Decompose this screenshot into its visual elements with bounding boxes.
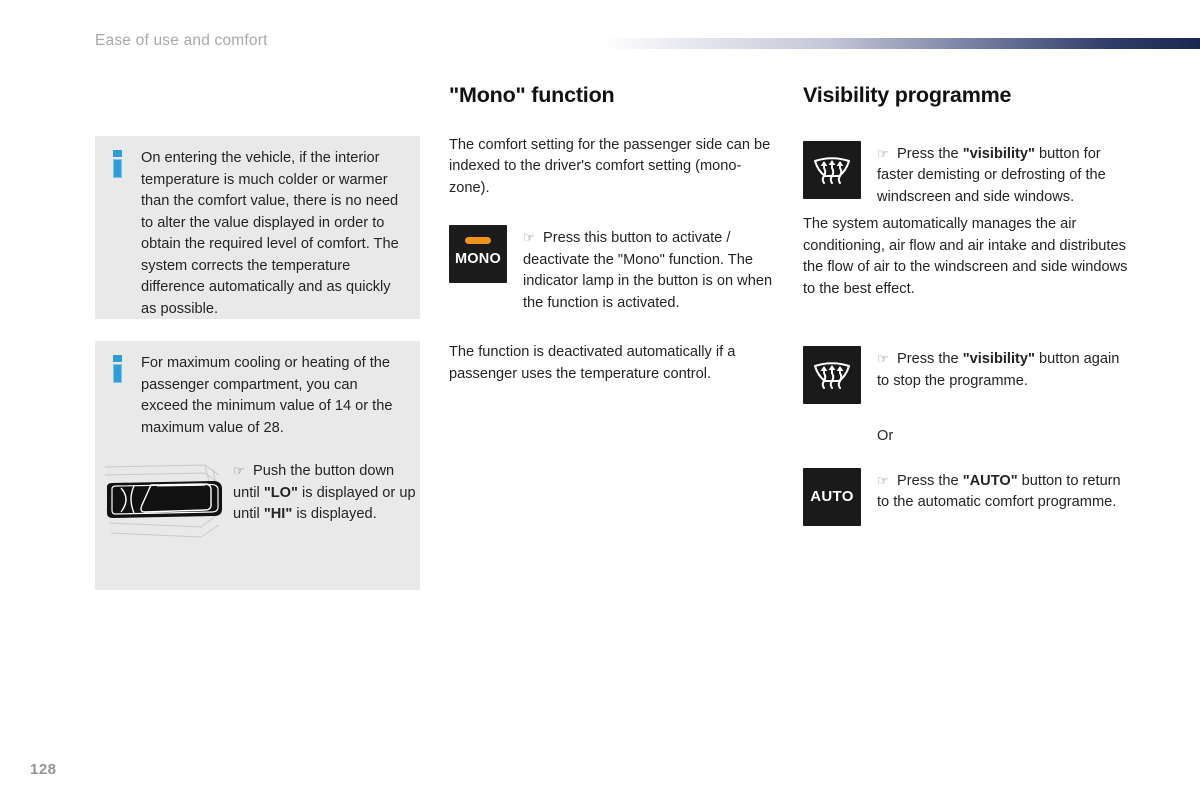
info-icon xyxy=(113,150,122,178)
page-number: 128 xyxy=(30,761,57,778)
visibility-caption-2: ☞ Press the "visibility" button again to … xyxy=(861,346,1133,392)
auto-button-label: AUTO xyxy=(810,487,854,505)
pointing-hand-icon: ☞ xyxy=(523,230,535,246)
middle-column: "Mono" function The comfort setting for … xyxy=(449,70,774,400)
left-column: On entering the vehicle, if the interior… xyxy=(95,70,420,590)
switch-caption-lo: "LO" xyxy=(263,484,298,501)
mono-instruction-text: Press this button to activate / deactiva… xyxy=(523,230,773,311)
windscreen-demist-icon[interactable] xyxy=(803,140,861,199)
auto-caption-bold: "AUTO" xyxy=(962,472,1018,489)
visibility-paragraph: The system automatically manages the air… xyxy=(803,216,1128,297)
visibility-caption-1-bold: "visibility" xyxy=(962,145,1035,162)
visibility-button-row-2: ☞ Press the "visibility" button again to … xyxy=(803,346,1133,405)
visibility-caption-2-part1: Press the xyxy=(897,351,963,368)
visibility-button-row-1: ☞ Press the "visibility" button for faste… xyxy=(803,140,1133,209)
auto-button-row: AUTO ☞ Press the "AUTO" button to return … xyxy=(803,467,1133,526)
visibility-caption-2-bold: "visibility" xyxy=(962,351,1035,368)
info-icon xyxy=(113,355,122,383)
info-box-min-max-text: For maximum cooling or heating of the pa… xyxy=(141,355,393,436)
info-box-temperature-text: On entering the vehicle, if the interior… xyxy=(141,150,399,317)
mono-button-row: MONO ☞ Press this button to activate / de… xyxy=(449,225,774,314)
rocker-switch-row: ☞ Push the button down until "LO" is disp… xyxy=(95,453,420,548)
windscreen-demist-icon[interactable] xyxy=(803,346,861,405)
mono-instruction-caption: ☞ Press this button to activate / deactiv… xyxy=(507,225,774,314)
visibility-caption-1: ☞ Press the "visibility" button for faste… xyxy=(861,141,1133,209)
info-box-min-max: For maximum cooling or heating of the pa… xyxy=(95,341,420,590)
visibility-caption-1-part1: Press the xyxy=(897,145,963,162)
rocker-switch-caption: ☞ Push the button down until "LO" is disp… xyxy=(225,453,420,548)
mono-function-heading: "Mono" function xyxy=(449,83,615,107)
switch-caption-part3: is displayed. xyxy=(292,506,377,522)
windscreen-demist-svg xyxy=(813,362,851,390)
rocker-switch-illustration xyxy=(101,453,225,548)
rocker-switch-svg xyxy=(104,464,222,538)
page-columns: On entering the vehicle, if the interior… xyxy=(0,0,1200,800)
auto-caption-part1: Press the xyxy=(897,472,963,489)
mono-closing-text: The function is deactivated automaticall… xyxy=(449,344,736,382)
mono-indicator-lamp xyxy=(465,237,491,245)
info-box-temperature: On entering the vehicle, if the interior… xyxy=(95,136,420,319)
auto-button-icon[interactable]: AUTO xyxy=(803,467,861,526)
mono-button-label: MONO xyxy=(455,251,501,268)
mono-button-icon[interactable]: MONO xyxy=(449,225,507,284)
pointing-hand-icon: ☞ xyxy=(233,463,245,478)
right-column: Visibility programme ☞ Press the "visibi… xyxy=(803,70,1133,526)
or-separator-label: Or xyxy=(877,428,894,445)
switch-caption-hi: "HI" xyxy=(263,506,293,522)
auto-caption: ☞ Press the "AUTO" button to return to th… xyxy=(861,468,1133,514)
visibility-programme-heading: Visibility programme xyxy=(803,83,1012,107)
pointing-hand-icon: ☞ xyxy=(877,351,889,367)
windscreen-demist-svg xyxy=(813,156,851,184)
mono-intro-text: The comfort setting for the passenger si… xyxy=(449,136,771,196)
pointing-hand-icon: ☞ xyxy=(877,472,889,488)
pointing-hand-icon: ☞ xyxy=(877,145,889,161)
